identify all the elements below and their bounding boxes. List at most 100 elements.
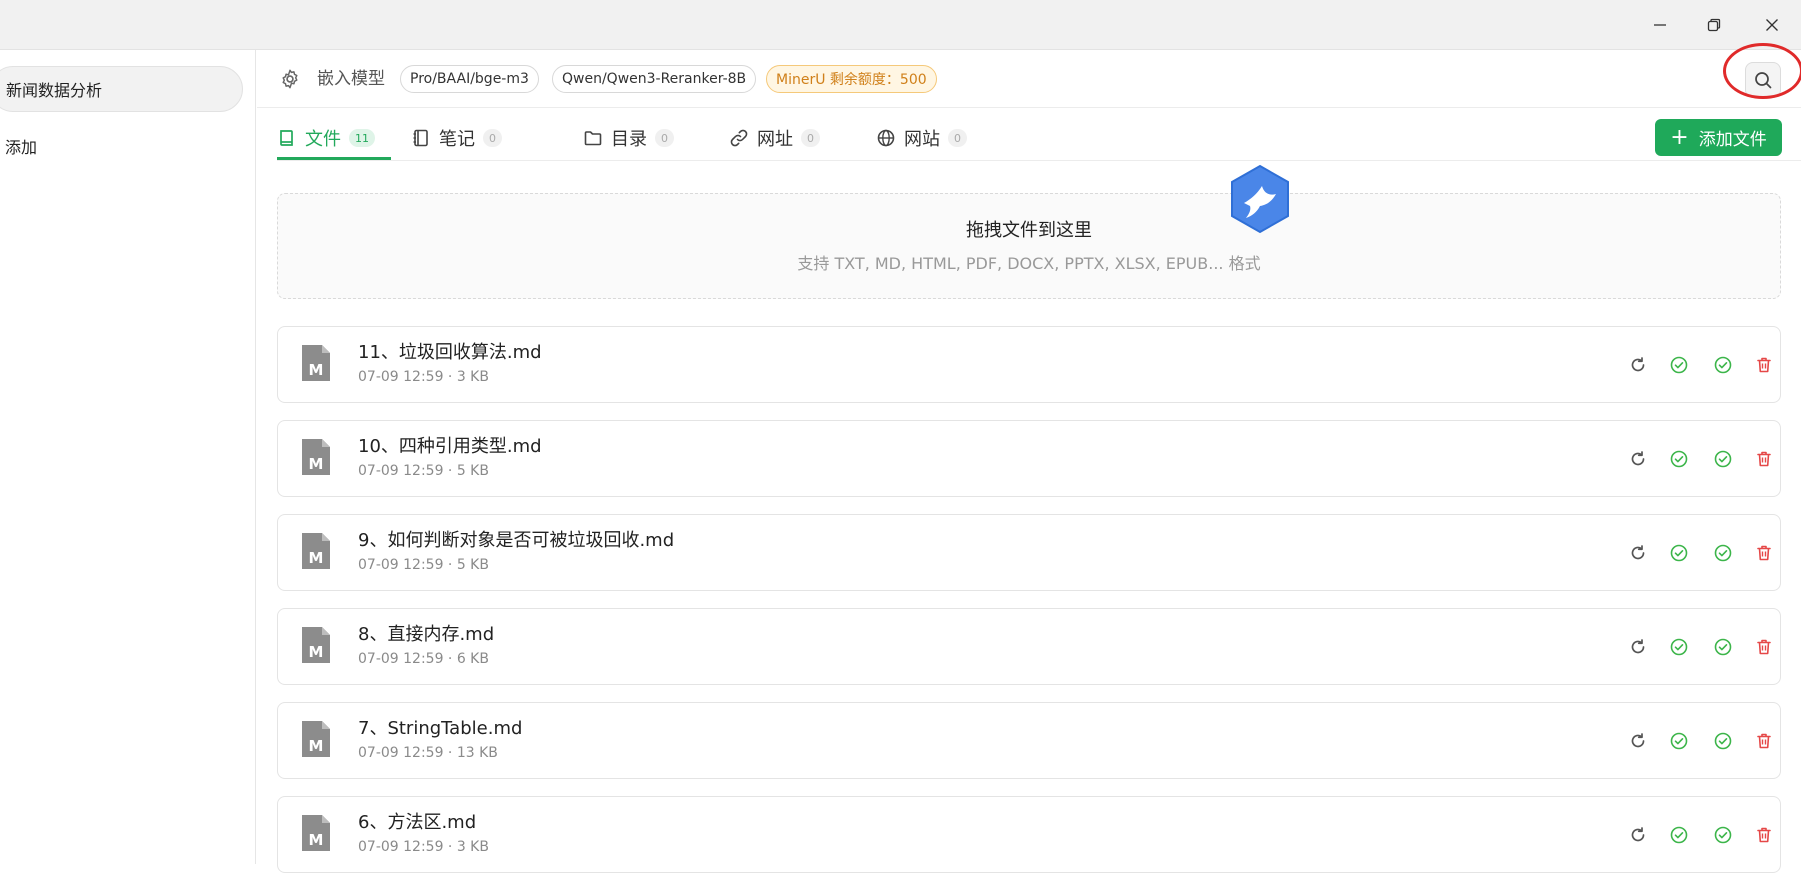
check-circle-icon [1670, 826, 1688, 844]
file-row[interactable]: M 10、四种引用类型.md 07-09 12:59 · 5 KB [277, 420, 1781, 497]
markdown-file-icon: M [302, 721, 330, 757]
file-row[interactable]: M 6、方法区.md 07-09 12:59 · 3 KB [277, 796, 1781, 873]
svg-text:M: M [309, 643, 324, 661]
embedding-model-label: 嵌入模型 [317, 69, 385, 89]
file-meta: 07-09 12:59 · 3 KB [358, 839, 489, 855]
refresh-icon [1631, 545, 1645, 560]
content-tabs: 文件 11 笔记 0 目录 0 网址 0 网站 0 [257, 108, 1801, 168]
status-check-button[interactable] [1711, 353, 1735, 377]
trash-icon [1757, 733, 1771, 749]
tab-count-badge: 0 [801, 129, 820, 147]
file-row[interactable]: M 11、垃圾回收算法.md 07-09 12:59 · 3 KB [277, 326, 1781, 403]
add-knowledge-base-button[interactable]: 添加 [5, 134, 37, 158]
drop-zone-title: 拖拽文件到这里 [966, 220, 1092, 241]
status-check-button[interactable] [1711, 541, 1735, 565]
reranker-model-chip[interactable]: Qwen/Qwen3-Reranker-8B [552, 65, 757, 93]
status-check-button[interactable] [1667, 729, 1691, 753]
refresh-icon [1631, 357, 1645, 372]
refresh-button[interactable] [1626, 635, 1650, 659]
delete-button[interactable] [1752, 541, 1776, 565]
check-circle-icon [1714, 450, 1732, 468]
file-row[interactable]: M 8、直接内存.md 07-09 12:59 · 6 KB [277, 608, 1781, 685]
markdown-file-icon: M [302, 439, 330, 475]
delete-button[interactable] [1752, 635, 1776, 659]
check-circle-icon [1714, 544, 1732, 562]
status-check-button[interactable] [1711, 635, 1735, 659]
status-check-button[interactable] [1667, 541, 1691, 565]
tab-urls[interactable]: 网址 0 [729, 108, 820, 168]
refresh-button[interactable] [1626, 729, 1650, 753]
check-circle-icon [1714, 732, 1732, 750]
tab-label: 笔记 [439, 129, 475, 150]
refresh-icon [1631, 827, 1645, 842]
trash-icon [1757, 639, 1771, 655]
markdown-file-icon: M [302, 533, 330, 569]
delete-button[interactable] [1752, 823, 1776, 847]
model-info-bar: 嵌入模型 Pro/BAAI/bge-m3 Qwen/Qwen3-Reranker… [257, 43, 1801, 108]
tab-websites[interactable]: 网站 0 [876, 108, 967, 168]
globe-icon [877, 129, 895, 147]
trash-icon [1757, 827, 1771, 843]
file-name: 10、四种引用类型.md [358, 436, 542, 457]
tab-label: 目录 [611, 129, 647, 150]
check-circle-icon [1670, 544, 1688, 562]
trash-icon [1757, 545, 1771, 561]
restore-icon [1707, 18, 1721, 32]
add-file-button[interactable]: + 添加文件 [1655, 119, 1782, 156]
delete-button[interactable] [1752, 353, 1776, 377]
svg-text:M: M [309, 455, 324, 473]
close-icon [1766, 19, 1778, 31]
status-check-button[interactable] [1667, 447, 1691, 471]
status-check-button[interactable] [1711, 823, 1735, 847]
svg-text:M: M [309, 361, 324, 379]
app-bird-icon [1231, 164, 1289, 234]
status-check-button[interactable] [1711, 729, 1735, 753]
tab-label: 文件 [305, 129, 341, 150]
link-icon [730, 129, 748, 147]
status-check-button[interactable] [1667, 635, 1691, 659]
markdown-file-icon: M [302, 627, 330, 663]
tab-directory[interactable]: 目录 0 [583, 108, 674, 168]
add-label: 添加 [5, 138, 38, 157]
delete-button[interactable] [1752, 729, 1776, 753]
minimize-button[interactable] [1647, 12, 1673, 38]
gear-icon[interactable] [279, 68, 301, 90]
refresh-button[interactable] [1626, 353, 1650, 377]
tab-label: 网站 [904, 129, 940, 150]
notebook-icon [413, 129, 428, 147]
plus-icon: + [1670, 124, 1689, 150]
trash-icon [1757, 357, 1771, 373]
sidebar-item-knowledge-base[interactable]: 新闻数据分析 [0, 66, 243, 112]
restore-button[interactable] [1701, 12, 1727, 38]
drop-zone-subtitle: 支持 TXT, MD, HTML, PDF, DOCX, PPTX, XLSX,… [797, 254, 1261, 273]
minimize-icon [1654, 24, 1666, 26]
file-row[interactable]: M 9、如何判断对象是否可被垃圾回收.md 07-09 12:59 · 5 KB [277, 514, 1781, 591]
tabs-divider [277, 160, 1801, 161]
mineru-quota-badge: MinerU 剩余额度：500 [766, 65, 937, 93]
tab-notes[interactable]: 笔记 0 [411, 108, 502, 168]
tab-count-badge: 11 [349, 129, 375, 147]
delete-button[interactable] [1752, 447, 1776, 471]
check-circle-icon [1670, 732, 1688, 750]
check-circle-icon [1714, 826, 1732, 844]
status-check-button[interactable] [1667, 823, 1691, 847]
markdown-file-icon: M [302, 345, 330, 381]
tab-label: 网址 [757, 129, 793, 150]
check-circle-icon [1670, 356, 1688, 374]
folder-icon [584, 131, 602, 146]
status-check-button[interactable] [1711, 447, 1735, 471]
file-drop-zone[interactable]: 拖拽文件到这里 支持 TXT, MD, HTML, PDF, DOCX, PPT… [277, 193, 1781, 299]
refresh-button[interactable] [1626, 447, 1650, 471]
status-check-button[interactable] [1667, 353, 1691, 377]
close-button[interactable] [1759, 12, 1785, 38]
svg-text:M: M [309, 549, 324, 567]
file-meta: 07-09 12:59 · 5 KB [358, 463, 489, 479]
embedding-model-chip[interactable]: Pro/BAAI/bge-m3 [400, 65, 539, 93]
file-name: 11、垃圾回收算法.md [358, 342, 542, 363]
refresh-button[interactable] [1626, 823, 1650, 847]
book-icon [280, 130, 293, 146]
file-name: 7、StringTable.md [358, 718, 523, 739]
refresh-button[interactable] [1626, 541, 1650, 565]
file-row[interactable]: M 7、StringTable.md 07-09 12:59 · 13 KB [277, 702, 1781, 779]
svg-text:M: M [309, 831, 324, 849]
